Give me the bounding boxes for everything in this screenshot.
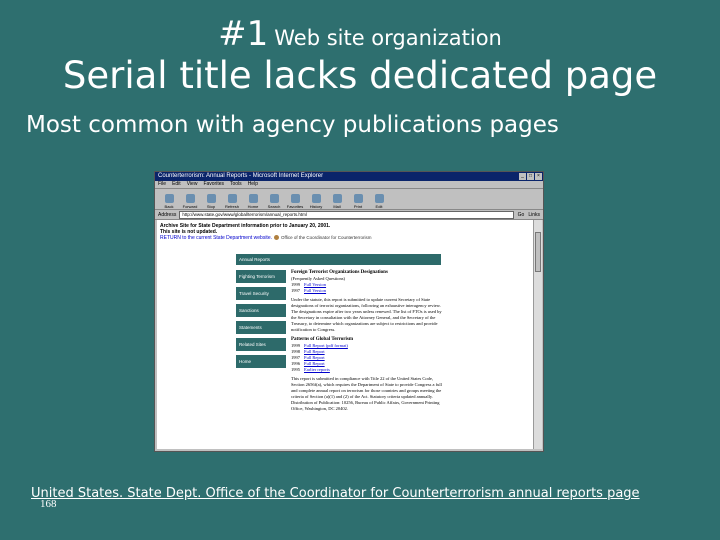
- refresh-button[interactable]: Refresh: [222, 194, 242, 209]
- seal-icon: [274, 235, 279, 241]
- address-bar: Address http://www.state.gov/www/global/…: [155, 210, 543, 220]
- window-titlebar: Counterterrorism: Annual Reports - Micro…: [155, 172, 543, 181]
- forward-button[interactable]: Forward: [180, 194, 200, 209]
- title-number: #1: [218, 14, 269, 54]
- search-button[interactable]: Search: [264, 194, 284, 209]
- site-nav: Fighting Terrorism Travel Security Sanct…: [236, 270, 286, 372]
- menu-file[interactable]: File: [158, 181, 166, 187]
- print-button[interactable]: Print: [348, 194, 368, 209]
- menu-help[interactable]: Help: [248, 181, 258, 187]
- address-input[interactable]: http://www.state.gov/www/global/terroris…: [179, 210, 514, 219]
- minimize-icon[interactable]: _: [519, 173, 526, 180]
- back-icon: [164, 194, 174, 203]
- edit-button[interactable]: Edit: [369, 194, 389, 209]
- patterns-report-link[interactable]: Full Report (pdf format): [304, 343, 348, 348]
- print-icon: [353, 194, 363, 203]
- nav-fighting-terrorism[interactable]: Fighting Terrorism: [236, 270, 286, 283]
- menu-favorites[interactable]: Favorites: [203, 181, 224, 187]
- page-number: 168: [40, 498, 57, 510]
- forward-icon: [185, 194, 195, 203]
- nav-travel-security[interactable]: Travel Security: [236, 287, 286, 300]
- nav-home[interactable]: Home: [236, 355, 286, 368]
- favorites-icon: [290, 194, 300, 203]
- nav-related-sites[interactable]: Related Sites: [236, 338, 286, 351]
- title-suffix: Web site organization: [274, 26, 502, 50]
- browser-screenshot: Counterterrorism: Annual Reports - Micro…: [154, 171, 544, 452]
- maximize-icon[interactable]: □: [527, 173, 534, 180]
- bullet-text: Most common with agency publications pag…: [26, 112, 559, 138]
- go-button[interactable]: Go: [518, 212, 525, 218]
- address-label: Address: [158, 211, 177, 218]
- citation-link[interactable]: United States. State Dept. Office of the…: [31, 486, 640, 501]
- web-page-content: Archive Site for State Department inform…: [157, 220, 533, 449]
- fto-year-item: 1997 Full Version: [291, 288, 327, 293]
- nav-sanctions[interactable]: Sanctions: [236, 304, 286, 317]
- slide-subtitle: Serial title lacks dedicated page: [62, 54, 658, 97]
- favorites-button[interactable]: Favorites: [285, 194, 305, 209]
- annual-reports-header: Annual Reports: [236, 254, 441, 265]
- history-button[interactable]: History: [306, 194, 326, 209]
- close-icon[interactable]: ×: [535, 173, 542, 180]
- fto-report-link[interactable]: Full Version: [304, 288, 326, 293]
- back-button[interactable]: Back: [159, 194, 179, 209]
- nav-statements[interactable]: Statements: [236, 321, 286, 334]
- stop-icon: [206, 194, 216, 203]
- patterns-report-link[interactable]: Earlier reports: [304, 367, 330, 372]
- scroll-thumb[interactable]: [535, 232, 541, 272]
- home-button[interactable]: Home: [243, 194, 263, 209]
- home-icon: [248, 194, 258, 203]
- menu-bar: File Edit View Favorites Tools Help: [155, 181, 543, 189]
- patterns-description: This report is submitted in compliance w…: [291, 376, 442, 411]
- refresh-icon: [227, 194, 237, 203]
- search-icon: [269, 194, 279, 203]
- mail-icon: [332, 194, 342, 203]
- patterns-report-link[interactable]: Full Report: [304, 355, 325, 360]
- patterns-year-item: 1995 Earlier reports: [291, 367, 330, 372]
- window-title: Counterterrorism: Annual Reports - Micro…: [158, 173, 324, 179]
- menu-view[interactable]: View: [187, 181, 198, 187]
- browser-toolbar: Back Forward Stop Refresh Home Search Fa…: [155, 189, 543, 210]
- history-icon: [311, 194, 321, 203]
- patterns-report-link[interactable]: Full Report: [304, 361, 325, 366]
- menu-tools[interactable]: Tools: [230, 181, 242, 187]
- edit-icon: [374, 194, 384, 203]
- mail-button[interactable]: Mail: [327, 194, 347, 209]
- office-seal: Office of the Coordinator for Counterter…: [274, 235, 371, 241]
- links-button[interactable]: Links: [528, 212, 540, 218]
- fto-report-link[interactable]: Full Version: [304, 282, 326, 287]
- patterns-report-link[interactable]: Full Report: [304, 349, 325, 354]
- main-column: Foreign Terrorist Organizations Designat…: [291, 270, 446, 412]
- menu-edit[interactable]: Edit: [172, 181, 181, 187]
- fto-description: Under the statute, this report is submit…: [291, 297, 442, 332]
- slide-title: #1 Web site organization: [0, 14, 720, 54]
- stop-button[interactable]: Stop: [201, 194, 221, 209]
- vertical-scrollbar[interactable]: [533, 220, 542, 449]
